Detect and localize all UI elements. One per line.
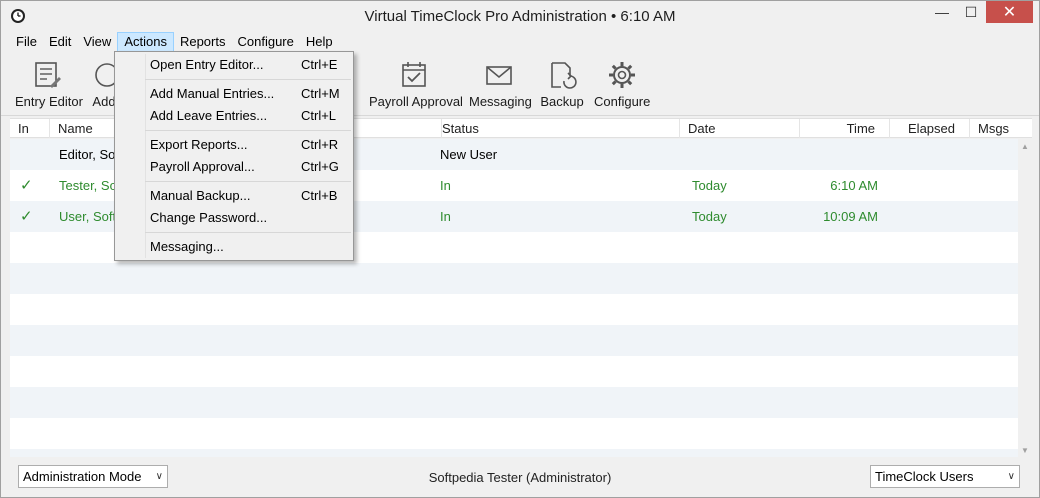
user-name: Editor, Soft [59, 147, 119, 162]
calendar-check-icon [402, 62, 426, 87]
menu-item-label: Messaging... [150, 239, 224, 254]
menu-item-label: Change Password... [150, 210, 268, 225]
menu-edit[interactable]: Edit [43, 32, 77, 52]
empty-row [10, 356, 1018, 387]
menu-file[interactable]: File [10, 32, 43, 52]
empty-row [10, 263, 1018, 294]
menu-item-label: Open Entry Editor... [150, 57, 264, 72]
menu-item-shortcut: Ctrl+M [301, 86, 340, 101]
gear-icon [609, 62, 635, 88]
menu-separator [145, 130, 351, 131]
column-header-date[interactable]: Date [680, 119, 800, 138]
menu-item-messaging[interactable]: Messaging... [117, 236, 351, 258]
column-header-status[interactable]: Status [434, 119, 680, 138]
user-time [800, 139, 878, 170]
menu-item-export-reports[interactable]: Export Reports... Ctrl+R [117, 134, 351, 156]
empty-row [10, 294, 1018, 325]
menu-bar: File Edit View Actions Reports Configure… [1, 32, 1039, 52]
menu-item-add-leave-entries[interactable]: Add Leave Entries... Ctrl+L [117, 105, 351, 127]
user-name: User, Softp [59, 209, 115, 224]
menu-item-payroll-approval[interactable]: Payroll Approval... Ctrl+G [117, 156, 351, 178]
empty-row [10, 325, 1018, 356]
user-time: 6:10 AM [830, 178, 878, 193]
menu-item-label: Add Manual Entries... [150, 86, 275, 101]
window-title: Virtual TimeClock Pro Administration • 6… [364, 8, 676, 25]
configure-button[interactable]: Configure [594, 60, 650, 109]
envelope-icon [486, 66, 512, 85]
backup-button[interactable]: Backup [540, 60, 584, 109]
menu-separator [145, 181, 351, 182]
menu-separator [145, 79, 351, 80]
user-time: 10:09 AM [823, 209, 878, 224]
empty-row [10, 418, 1018, 449]
messaging-label: Messaging [469, 94, 532, 109]
payroll-approval-button[interactable]: Payroll Approval [369, 60, 463, 109]
menu-item-add-manual-entries[interactable]: Add Manual Entries... Ctrl+M [117, 83, 351, 105]
menu-item-open-entry-editor[interactable]: Open Entry Editor... Ctrl+E [117, 54, 351, 76]
status-bar: Administration Mode ∨ Softpedia Tester (… [1, 459, 1039, 497]
entry-editor-icon [35, 62, 61, 88]
minimize-button[interactable]: — [927, 1, 957, 23]
menu-reports[interactable]: Reports [174, 32, 232, 52]
menu-item-shortcut: Ctrl+G [301, 159, 339, 174]
menu-view[interactable]: View [77, 32, 117, 52]
user-status: In [440, 178, 451, 193]
configure-label: Configure [594, 94, 651, 109]
backup-icon [551, 62, 577, 89]
user-date: Today [692, 209, 727, 224]
menu-item-shortcut: Ctrl+B [301, 188, 338, 203]
maximize-button[interactable]: ☐ [957, 1, 985, 23]
view-select[interactable]: TimeClock Users ∨ [870, 465, 1020, 488]
menu-help[interactable]: Help [300, 32, 339, 52]
menu-item-change-password[interactable]: Change Password... [117, 207, 351, 229]
menu-item-label: Add Leave Entries... [150, 108, 268, 123]
menu-item-manual-backup[interactable]: Manual Backup... Ctrl+B [117, 185, 351, 207]
chevron-down-icon: ∨ [1007, 471, 1015, 482]
payroll-approval-label: Payroll Approval [369, 94, 463, 109]
title-bar: Virtual TimeClock Pro Administration • 6… [1, 1, 1039, 32]
user-name: Tester, Soft [59, 178, 119, 193]
empty-row [10, 387, 1018, 418]
vertical-scrollbar[interactable]: ▲ ▼ [1018, 139, 1032, 457]
menu-actions[interactable]: Actions [117, 32, 174, 52]
in-check-icon: ✓ [20, 208, 33, 225]
menu-item-label: Export Reports... [150, 137, 248, 152]
column-header-elapsed[interactable]: Elapsed [890, 119, 970, 138]
column-header-msgs[interactable]: Msgs [970, 119, 1032, 138]
app-window: Virtual TimeClock Pro Administration • 6… [0, 0, 1040, 498]
user-date [692, 139, 792, 170]
scroll-down-arrow-icon[interactable]: ▼ [1018, 443, 1032, 457]
in-indicator [20, 139, 44, 170]
entry-editor-button[interactable]: Entry Editor [15, 60, 83, 109]
entry-editor-label: Entry Editor [15, 94, 83, 109]
menu-configure[interactable]: Configure [231, 32, 299, 52]
user-status: New User [440, 147, 498, 162]
scroll-up-arrow-icon[interactable]: ▲ [1018, 139, 1032, 153]
actions-menu: Open Entry Editor... Ctrl+E Add Manual E… [114, 51, 354, 261]
user-date: Today [692, 178, 727, 193]
column-header-in[interactable]: In [10, 119, 50, 138]
column-header-time[interactable]: Time [800, 119, 890, 138]
backup-label: Backup [540, 94, 584, 109]
view-select-value: TimeClock Users [875, 469, 974, 484]
menu-item-label: Payroll Approval... [150, 159, 255, 174]
menu-item-shortcut: Ctrl+R [301, 137, 339, 152]
menu-separator [145, 232, 351, 233]
empty-row [10, 449, 1018, 457]
user-status: In [440, 209, 451, 224]
menu-item-shortcut: Ctrl+E [301, 57, 338, 72]
messaging-button[interactable]: Messaging [469, 60, 532, 109]
menu-item-shortcut: Ctrl+L [301, 108, 337, 123]
in-check-icon: ✓ [20, 177, 33, 194]
menu-item-label: Manual Backup... [150, 188, 251, 203]
close-button[interactable]: ✕ [986, 1, 1033, 23]
